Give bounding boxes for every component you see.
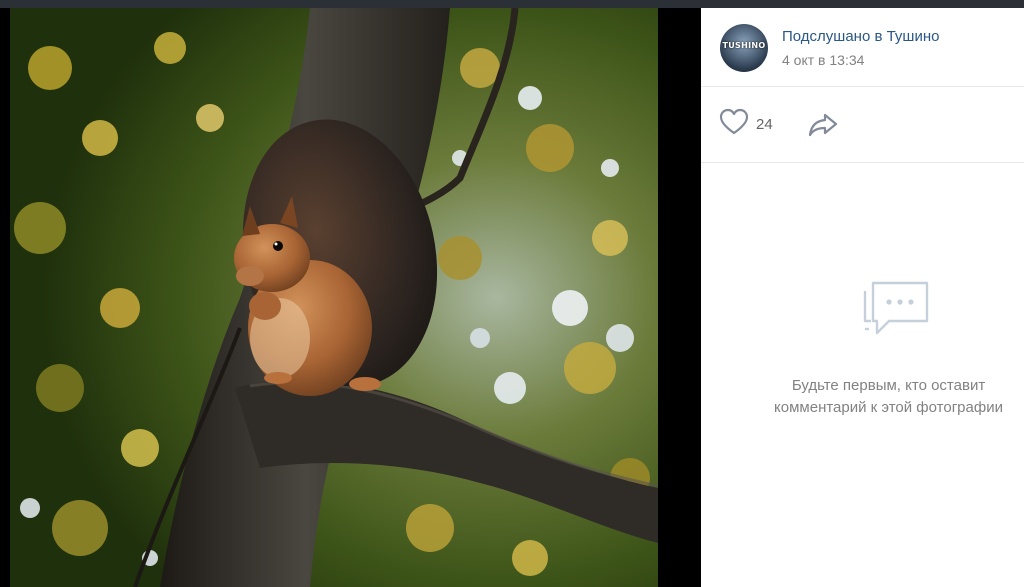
share-arrow-icon xyxy=(807,113,839,143)
chat-bubble-icon xyxy=(851,281,931,358)
author-name-link[interactable]: Подслушано в Тушино xyxy=(782,28,939,45)
empty-comments-line: Будьте первым, кто оставит xyxy=(791,377,986,394)
photo-viewer xyxy=(0,8,701,587)
empty-comments-line: комментарий к этой фотографии xyxy=(774,399,1003,416)
heart-icon xyxy=(719,108,749,141)
share-button[interactable] xyxy=(807,109,839,139)
like-count: 24 xyxy=(756,115,773,133)
avatar-logo-text: TUSHINO xyxy=(722,41,766,50)
top-bar xyxy=(0,0,1024,8)
post-actions: 24 xyxy=(701,87,1024,162)
like-button[interactable]: 24 xyxy=(719,108,773,141)
post-date[interactable]: 4 окт в 13:34 xyxy=(782,52,864,68)
comments-empty-state: Будьте первым, кто оставит комментарий к… xyxy=(701,163,1024,587)
post-author: TUSHINO Подслушано в Тушино 4 окт в 13:3… xyxy=(701,8,1024,86)
avatar[interactable]: TUSHINO xyxy=(720,24,768,72)
empty-comments-message: Будьте первым, кто оставит комментарий к… xyxy=(701,375,1024,419)
post-sidebar: TUSHINO Подслушано в Тушино 4 окт в 13:3… xyxy=(701,8,1024,587)
squirrel-photo[interactable] xyxy=(10,8,658,587)
